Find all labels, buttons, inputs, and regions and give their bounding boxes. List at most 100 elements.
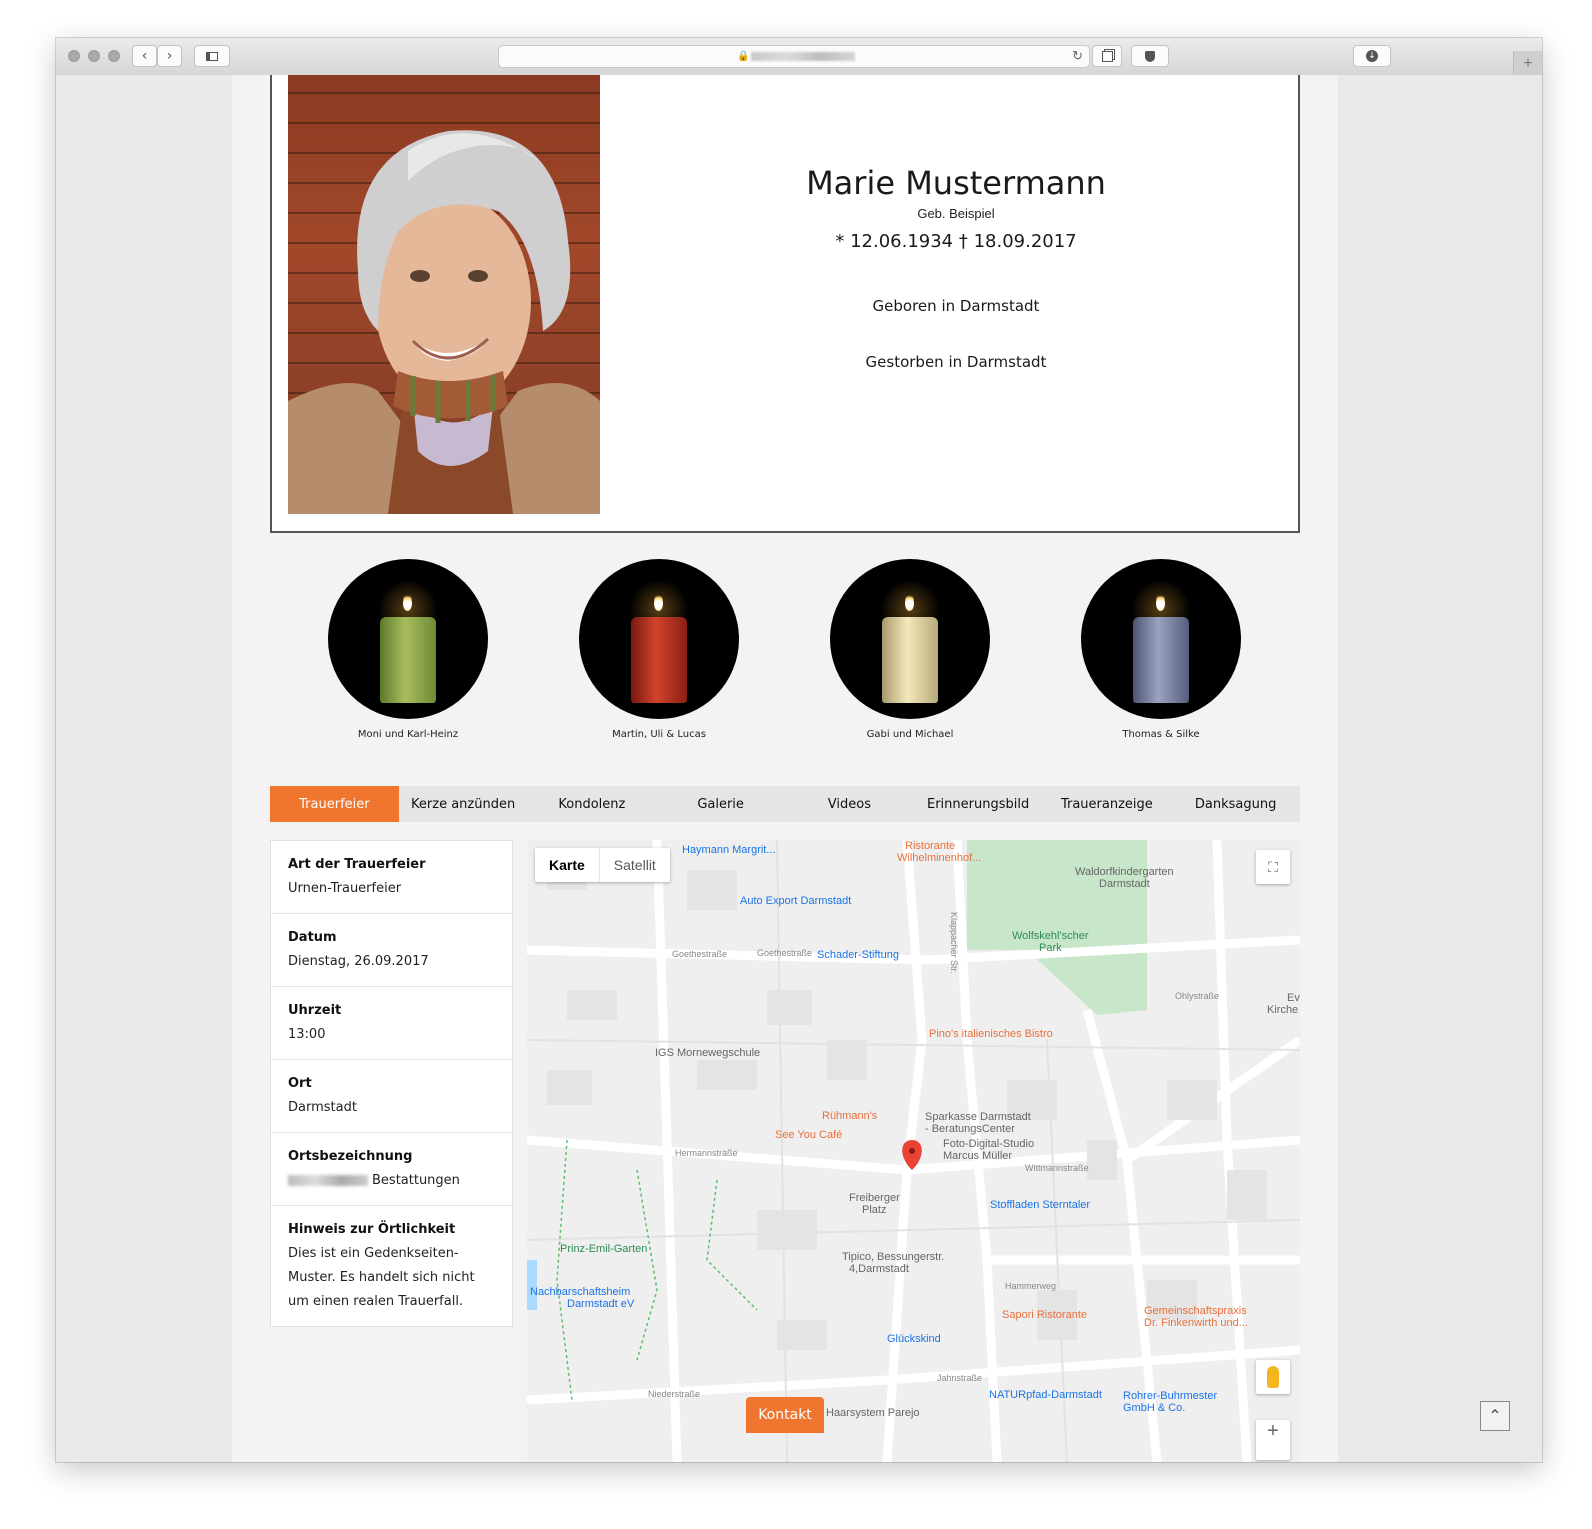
map-label: Jahnstraße: [937, 1373, 983, 1383]
download-icon: ↓: [1366, 50, 1378, 62]
map-label: Haarsystem Parejo: [826, 1407, 920, 1419]
scroll-to-top-button[interactable]: ⌃: [1480, 1401, 1510, 1431]
map-label: GmbH & Co.: [1123, 1402, 1186, 1414]
tab-galerie[interactable]: Galerie: [656, 786, 785, 822]
deceased-name: Marie Mustermann: [806, 164, 1106, 202]
map-label: Darmstadt: [1099, 878, 1150, 890]
detail-time: Uhrzeit 13:00: [271, 987, 512, 1060]
map-label: Goethestraße: [757, 948, 813, 958]
map-tab-satellit[interactable]: Satellit: [600, 848, 670, 882]
web-viewport: Marie Mustermann Geb. Beispiel * 12.06.1…: [56, 75, 1542, 1462]
candle-item[interactable]: Moni und Karl-Heinz: [308, 559, 508, 740]
detail-location-name: Ortsbezeichnung Bestattungen: [271, 1133, 512, 1206]
tab-trauerfeier[interactable]: Trauerfeier: [270, 786, 399, 822]
tab-videos[interactable]: Videos: [785, 786, 914, 822]
map-tab-karte[interactable]: Karte: [535, 848, 600, 882]
candle-item[interactable]: Gabi und Michael: [810, 559, 1010, 740]
candle-wax: [1133, 617, 1189, 703]
candle-icon: [328, 559, 488, 719]
map-label: Dr. Finkenwirth und...: [1144, 1317, 1248, 1329]
fullscreen-button[interactable]: ⛶: [1256, 850, 1290, 884]
reload-icon[interactable]: ↻: [1072, 48, 1083, 64]
candle-item[interactable]: Martin, Uli & Lucas: [559, 559, 759, 740]
sidebar-icon: [206, 51, 218, 61]
map-label: Sparkasse Darmstadt: [925, 1111, 1031, 1123]
back-button[interactable]: ‹: [132, 45, 157, 67]
kontakt-button[interactable]: Kontakt: [746, 1397, 824, 1433]
tab-kerze-anzuenden[interactable]: Kerze anzünden: [399, 786, 528, 822]
url-text-blurred: [751, 52, 855, 61]
map-label: Ev: [1287, 992, 1300, 1004]
extension-button[interactable]: [1131, 45, 1169, 67]
tabs-icon: [1101, 50, 1113, 62]
chevron-left-icon: ‹: [141, 48, 148, 64]
candle-wax: [882, 617, 938, 703]
forward-button[interactable]: ›: [157, 45, 182, 67]
map-label: Stoffladen Sterntaler: [990, 1199, 1091, 1211]
map-label: NATURpfad-Darmstadt: [989, 1389, 1102, 1401]
map-label: Wilhelminenhof...: [897, 852, 982, 864]
maiden-name: Geb. Beispiel: [917, 206, 995, 221]
map-label: Gemeinschaftspraxis: [1144, 1305, 1247, 1317]
map-label: Prinz-Emil-Garten: [560, 1243, 648, 1255]
map-streets: [527, 840, 1300, 1462]
map-type-control: Karte Satellit: [535, 848, 670, 882]
new-tab-button[interactable]: +: [1513, 51, 1542, 76]
detail-date: Datum Dienstag, 26.09.2017: [271, 914, 512, 987]
map-label: Waldorfkindergarten: [1075, 866, 1174, 878]
zoom-window-button[interactable]: [108, 50, 120, 62]
candle-icon: [1081, 559, 1241, 719]
birth-place: Geboren in Darmstadt: [872, 297, 1040, 315]
detail-ceremony-type: Art der Trauerfeier Urnen-Trauerfeier: [271, 841, 512, 914]
map-label: Platz: [862, 1204, 887, 1216]
tab-kondolenz[interactable]: Kondolenz: [528, 786, 657, 822]
map-label: Kirche: [1267, 1004, 1299, 1016]
map-label: Park: [1039, 942, 1062, 954]
browser-window: ‹ › 🔒 ↻ ↓ + Marie Mustermann Geb. Beispi…: [56, 38, 1542, 1462]
map-label: Tipico, Bessungerstr.: [842, 1251, 945, 1263]
map-label: Ohlystraße: [1175, 991, 1220, 1001]
memorial-tabs: Trauerfeier Kerze anzünden Kondolenz Gal…: [270, 786, 1300, 822]
map-label: Foto-Digital-Studio: [943, 1138, 1035, 1150]
map-label: Niederstraße: [648, 1389, 701, 1399]
portrait-illustration: [288, 130, 600, 514]
map-label: 4,Darmstadt: [849, 1263, 909, 1275]
tab-traueranzeige[interactable]: Traueranzeige: [1043, 786, 1172, 822]
map-label: Glückskind: [887, 1333, 941, 1345]
candle-label: Martin, Uli & Lucas: [612, 729, 706, 740]
location-map[interactable]: Karte Satellit ⛶ + Haymann Margrit... Ris…: [527, 840, 1300, 1462]
zoom-in-button[interactable]: +: [1256, 1420, 1290, 1460]
memorial-page: Marie Mustermann Geb. Beispiel * 12.06.1…: [232, 75, 1338, 1462]
map-label: Wolfskehl'scher: [1012, 930, 1089, 942]
chevron-right-icon: ›: [166, 48, 173, 64]
map-label: See You Café: [775, 1129, 843, 1141]
detail-location-note: Hinweis zur Örtlichkeit Dies ist ein Ged…: [288, 1222, 475, 1309]
detail-place: Ort Darmstadt: [271, 1060, 512, 1133]
life-dates: * 12.06.1934 † 18.09.2017: [835, 231, 1077, 252]
map-label: Rohrer-Buhrmester: [1123, 1390, 1218, 1402]
chevron-up-icon: ⌃: [1488, 1408, 1502, 1425]
tab-erinnerungsbild[interactable]: Erinnerungsbild: [914, 786, 1043, 822]
map-label: Ristorante: [905, 840, 956, 852]
address-bar[interactable]: 🔒 ↻: [498, 45, 1090, 68]
candle-icon: [830, 559, 990, 719]
close-window-button[interactable]: [68, 50, 80, 62]
candle-wax: [380, 617, 436, 703]
map-label: Hammerweg: [1005, 1281, 1057, 1291]
map-label: Freiberger: [849, 1192, 900, 1204]
sidebar-toggle-button[interactable]: [194, 45, 230, 67]
candle-label: Gabi und Michael: [866, 729, 954, 740]
tabs-overview-button[interactable]: [1092, 45, 1122, 67]
profile-card: Marie Mustermann Geb. Beispiel * 12.06.1…: [270, 75, 1300, 533]
candle-item[interactable]: Thomas & Silke: [1061, 559, 1261, 740]
minimize-window-button[interactable]: [88, 50, 100, 62]
tab-danksagung[interactable]: Danksagung: [1171, 786, 1300, 822]
map-label: Nachbarschaftsheim: [530, 1286, 631, 1298]
map-label: Hermannstraße: [675, 1148, 738, 1158]
street-view-button[interactable]: [1256, 1360, 1290, 1394]
downloads-button[interactable]: ↓: [1353, 45, 1391, 67]
map-label: Rühmann's: [822, 1110, 878, 1122]
ceremony-details: Art der Trauerfeier Urnen-Trauerfeier Da…: [270, 840, 513, 1327]
portrait-photo: [288, 75, 600, 514]
map-label: Auto Export Darmstadt: [740, 895, 852, 907]
